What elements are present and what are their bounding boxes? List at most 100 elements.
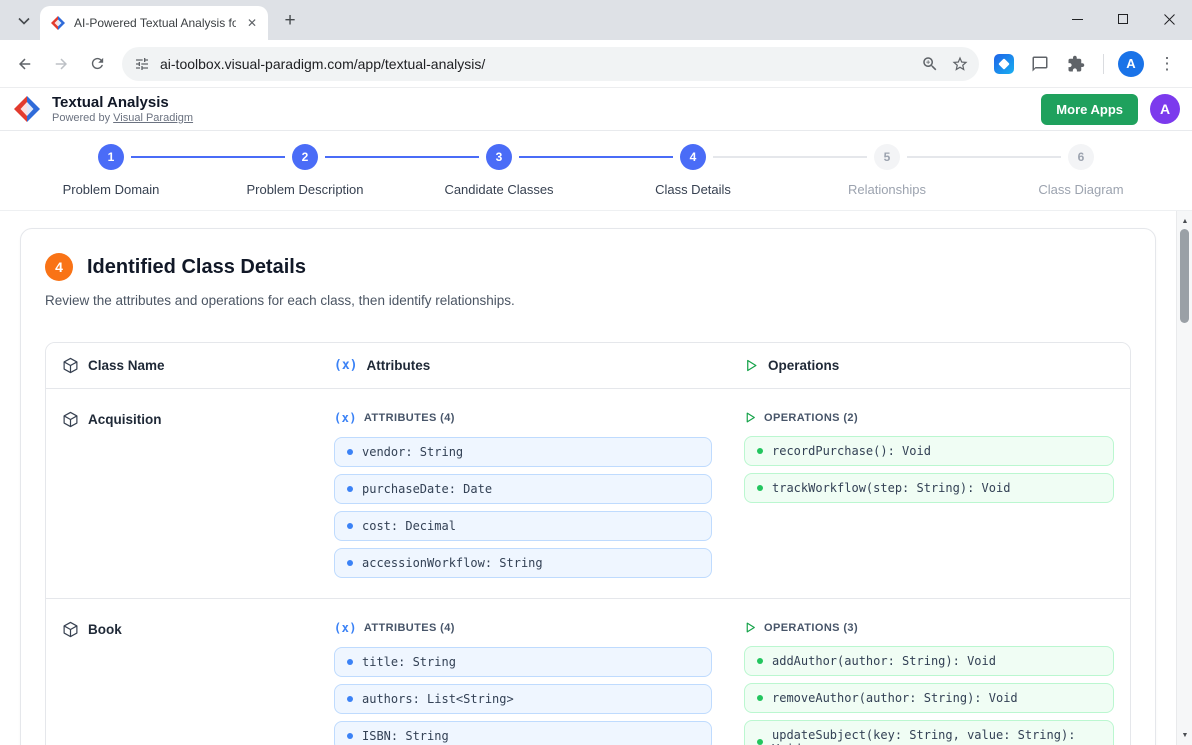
page-title: Identified Class Details bbox=[87, 256, 306, 279]
step-class-diagram[interactable]: 6 Class Diagram bbox=[984, 144, 1178, 210]
new-tab-button[interactable]: + bbox=[276, 7, 304, 35]
site-settings-icon[interactable] bbox=[134, 56, 150, 72]
extensions-button[interactable] bbox=[1059, 47, 1093, 81]
browser-menu-button[interactable]: ⋮ bbox=[1150, 47, 1184, 81]
step-number: 6 bbox=[1068, 144, 1094, 170]
attribute-chip[interactable]: authors: List<String> bbox=[334, 684, 712, 714]
url-text: ai-toolbox.visual-paradigm.com/app/textu… bbox=[160, 56, 915, 72]
reload-button[interactable] bbox=[80, 47, 114, 81]
class-name-cell: Acquisition bbox=[62, 405, 334, 428]
class-name: Book bbox=[88, 622, 122, 637]
operation-chip[interactable]: removeAuthor(author: String): Void bbox=[744, 683, 1114, 713]
scrollbar-thumb[interactable] bbox=[1180, 229, 1189, 323]
class-details-card: 4 Identified Class Details Review the at… bbox=[20, 228, 1156, 745]
step-label: Class Diagram bbox=[1038, 182, 1123, 197]
step-number-badge: 4 bbox=[45, 253, 73, 281]
zoom-button[interactable] bbox=[915, 49, 945, 79]
attributes-label: ATTRIBUTES (4) bbox=[364, 412, 455, 424]
forward-button[interactable] bbox=[44, 47, 78, 81]
bullet-icon bbox=[347, 560, 353, 566]
tab-strip: AI-Powered Textual Analysis for ✕ + bbox=[0, 0, 1192, 40]
chat-bubble-icon bbox=[1031, 55, 1049, 73]
bullet-icon bbox=[757, 695, 763, 701]
maximize-button[interactable] bbox=[1100, 0, 1146, 38]
pinned-extension-icon bbox=[994, 54, 1014, 74]
operation-text: recordPurchase(): Void bbox=[772, 444, 931, 458]
chat-extension-button[interactable] bbox=[1023, 47, 1057, 81]
operation-text: trackWorkflow(step: String): Void bbox=[772, 481, 1010, 495]
column-header-class-name: Class Name bbox=[62, 357, 334, 374]
attribute-chip[interactable]: purchaseDate: Date bbox=[334, 474, 712, 504]
play-icon bbox=[744, 411, 757, 424]
step-number: 2 bbox=[292, 144, 318, 170]
visual-paradigm-link[interactable]: Visual Paradigm bbox=[113, 112, 193, 124]
step-relationships[interactable]: 5 Relationships bbox=[790, 144, 984, 210]
scrollbar-up-arrow[interactable]: ▲ bbox=[1177, 213, 1192, 229]
step-label: Class Details bbox=[655, 182, 731, 197]
window-controls bbox=[1054, 0, 1192, 38]
variable-icon: (x) bbox=[334, 411, 357, 425]
operation-chip[interactable]: trackWorkflow(step: String): Void bbox=[744, 473, 1114, 503]
page-subtitle: Review the attributes and operations for… bbox=[45, 293, 1131, 308]
step-class-details[interactable]: 4 Class Details bbox=[596, 144, 790, 210]
user-avatar[interactable]: A bbox=[1150, 94, 1180, 124]
class-name-cell: Book bbox=[62, 615, 334, 638]
more-apps-button[interactable]: More Apps bbox=[1041, 94, 1138, 125]
cube-icon bbox=[62, 357, 79, 374]
column-label: Class Name bbox=[88, 358, 165, 373]
app-header: Textual Analysis Powered by Visual Parad… bbox=[0, 88, 1192, 131]
maximize-icon bbox=[1118, 14, 1128, 24]
attribute-text: title: String bbox=[362, 655, 456, 669]
attribute-chip[interactable]: title: String bbox=[334, 647, 712, 677]
browser-tab[interactable]: AI-Powered Textual Analysis for ✕ bbox=[40, 6, 268, 40]
step-problem-domain[interactable]: 1 Problem Domain bbox=[14, 144, 208, 210]
back-button[interactable] bbox=[8, 47, 42, 81]
tab-title: AI-Powered Textual Analysis for bbox=[74, 16, 236, 30]
scrollbar-down-arrow[interactable]: ▼ bbox=[1177, 727, 1192, 743]
forward-arrow-icon bbox=[52, 55, 70, 73]
bullet-icon bbox=[347, 696, 353, 702]
operation-text: updateSubject(key: String, value: String… bbox=[772, 728, 1101, 745]
attribute-text: vendor: String bbox=[362, 445, 463, 459]
attribute-chip-list: vendor: String purchaseDate: Date cost: … bbox=[334, 437, 744, 578]
column-label: Operations bbox=[768, 358, 839, 373]
operations-count-label: OPERATIONS (2) bbox=[744, 411, 1114, 424]
operation-chip[interactable]: addAuthor(author: String): Void bbox=[744, 646, 1114, 676]
browser-profile-button[interactable]: A bbox=[1114, 47, 1148, 81]
minimize-button[interactable] bbox=[1054, 0, 1100, 38]
operation-chip[interactable]: updateSubject(key: String, value: String… bbox=[744, 720, 1114, 745]
step-candidate-classes[interactable]: 3 Candidate Classes bbox=[402, 144, 596, 210]
bullet-icon bbox=[757, 658, 763, 664]
play-icon bbox=[744, 358, 759, 373]
chevron-down-icon bbox=[18, 17, 30, 25]
table-row-book: Book (x) ATTRIBUTES (4) title: String au… bbox=[46, 599, 1130, 745]
pinned-extension-button[interactable] bbox=[987, 47, 1021, 81]
column-label: Attributes bbox=[366, 358, 430, 373]
attribute-chip[interactable]: vendor: String bbox=[334, 437, 712, 467]
attribute-chip[interactable]: cost: Decimal bbox=[334, 511, 712, 541]
minimize-icon bbox=[1072, 14, 1083, 25]
operation-text: removeAuthor(author: String): Void bbox=[772, 691, 1018, 705]
bookmark-button[interactable] bbox=[945, 49, 975, 79]
page-scrollbar[interactable]: ▲ ▼ bbox=[1176, 211, 1192, 745]
attribute-text: purchaseDate: Date bbox=[362, 482, 492, 496]
table-header-row: Class Name (x) Attributes Operations bbox=[46, 343, 1130, 389]
tab-search-button[interactable] bbox=[10, 7, 38, 35]
cube-icon bbox=[62, 621, 79, 638]
address-bar[interactable]: ai-toolbox.visual-paradigm.com/app/textu… bbox=[122, 47, 979, 81]
operation-chip-list: addAuthor(author: String): Void removeAu… bbox=[744, 646, 1114, 745]
stepper: 1 Problem Domain 2 Problem Description 3… bbox=[0, 131, 1192, 211]
close-window-button[interactable] bbox=[1146, 0, 1192, 38]
attribute-text: cost: Decimal bbox=[362, 519, 456, 533]
bullet-icon bbox=[347, 659, 353, 665]
tab-close-icon[interactable]: ✕ bbox=[244, 15, 260, 31]
attribute-chip[interactable]: ISBN: String bbox=[334, 721, 712, 745]
operation-chip[interactable]: recordPurchase(): Void bbox=[744, 436, 1114, 466]
bullet-icon bbox=[347, 486, 353, 492]
column-header-attributes: (x) Attributes bbox=[334, 357, 744, 374]
step-problem-description[interactable]: 2 Problem Description bbox=[208, 144, 402, 210]
attribute-chip[interactable]: accessionWorkflow: String bbox=[334, 548, 712, 578]
step-number: 5 bbox=[874, 144, 900, 170]
kebab-menu-icon: ⋮ bbox=[1159, 54, 1176, 74]
attribute-chip-list: title: String authors: List<String> ISBN… bbox=[334, 647, 744, 745]
